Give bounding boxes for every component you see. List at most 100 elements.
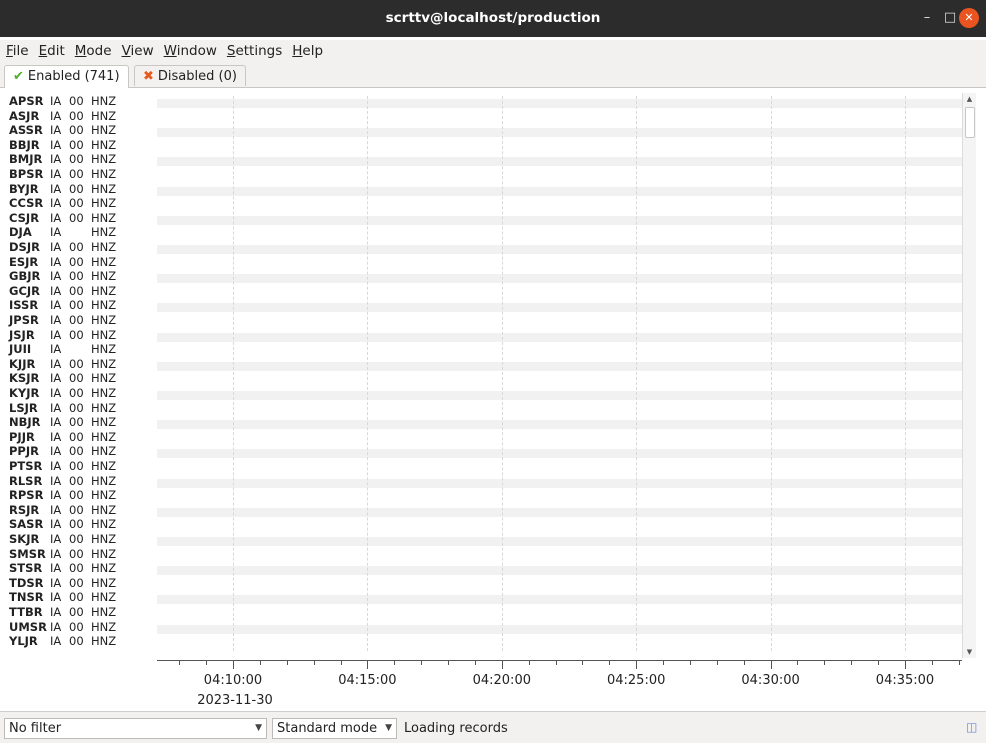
time-tick [206,660,208,665]
trace-network: IA [50,473,62,488]
trace-station: SKJR [9,532,40,546]
time-tick-label: 04:25:00 [606,673,666,688]
trace-network: IA [50,181,62,196]
trace-channel: HNZ [91,546,117,561]
trace-channel: HNZ [91,269,117,284]
time-tick [421,660,423,665]
window-title: scrttv@localhost/production [385,10,601,26]
time-tick [367,660,369,669]
trace-channel: HNZ [91,327,117,342]
menu-edit[interactable]: Edit [33,40,69,62]
time-tick [878,660,880,665]
trace-station: TTBR [9,605,43,619]
time-tick [636,660,638,669]
trace-network: IA [50,167,62,181]
scroll-down-icon[interactable]: ▼ [963,646,976,658]
trace-channel: HNZ [91,386,117,400]
time-tick [474,660,476,665]
trace-band [157,128,962,138]
time-gridline [905,96,906,651]
filter-select[interactable]: No filter ▼ [4,718,267,739]
tab-enabled-label: Enabled (741) [27,69,120,84]
menu-file[interactable]: File [0,40,33,62]
trace-band [157,332,962,342]
trace-band [157,157,962,167]
trace-station: LSJR [9,400,38,415]
time-axis: 2023-11-30 04:10:00 04:15:00 04:20:00 04:25… [157,660,975,710]
minimize-button[interactable]: – [917,8,937,28]
close-button[interactable]: ✕ [959,8,979,28]
trace-view[interactable]: APSR IA 00 HNZ ASJR IA 00 HNZ ASSR IA 00 HNZ BBJR IA 0… [0,88,986,711]
trace-location: 00 [69,313,84,327]
trace-location: 00 [69,210,84,225]
trace-location: 00 [69,371,84,386]
menu-view[interactable]: View [116,40,158,62]
trace-network: IA [50,94,62,108]
trace-location: 00 [69,444,84,459]
trace-location: 00 [69,532,84,546]
trace-channel: HNZ [91,488,117,503]
trace-channel: HNZ [91,415,117,430]
trace-location: 00 [69,254,84,269]
trace-location: 00 [69,152,84,167]
trace-station: KYJR [9,386,40,400]
menu-window[interactable]: Window [158,40,221,62]
scroll-up-icon[interactable]: ▲ [963,93,976,105]
mode-select[interactable]: Standard mode ▼ [272,718,397,739]
trace-location: 00 [69,634,84,649]
trace-location: 00 [69,415,84,430]
trace-area[interactable] [157,96,962,651]
trace-channel: HNZ [91,517,117,532]
scrollbar-thumb[interactable] [965,107,975,138]
tab-disabled-label: Disabled (0) [157,69,237,84]
trace-location: 00 [69,269,84,284]
trace-channel: HNZ [91,313,117,327]
time-tick [582,660,584,665]
time-tick-label: 04:35:00 [875,673,935,688]
maximize-button[interactable]: □ [940,8,960,28]
trace-location: 00 [69,283,84,298]
trace-network: IA [50,619,62,634]
trace-channel: HNZ [91,225,117,240]
time-axis-line [157,660,962,661]
trace-band [157,478,962,488]
menu-settings[interactable]: Settings [221,40,286,62]
status-bar: No filter ▼ Standard mode ▼ Loading reco… [0,711,986,743]
trace-network: IA [50,283,62,298]
trace-channel: HNZ [91,575,117,590]
trace-network: IA [50,152,62,167]
trace-channel: HNZ [91,283,117,298]
x-icon: ✖ [143,69,154,84]
time-tick [555,660,557,665]
trace-station: DSJR [9,240,40,254]
trace-network: IA [50,488,62,503]
menu-help[interactable]: Help [286,40,327,62]
trace-station: BMJR [9,152,43,167]
trace-location: 00 [69,619,84,634]
trace-network: IA [50,108,62,123]
tab-disabled[interactable]: ✖ Disabled (0) [134,65,246,86]
trace-station: APSR [9,94,44,108]
time-tick [851,660,853,665]
trace-location: 00 [69,196,84,211]
trace-location: 00 [69,181,84,196]
vertical-scrollbar[interactable]: ▲ ▼ [962,93,976,658]
trace-channel: HNZ [91,356,117,371]
menu-mode[interactable]: Mode [69,40,116,62]
trace-network: IA [50,415,62,430]
trace-location: 00 [69,561,84,576]
trace-channel: HNZ [91,400,117,415]
trace-network: IA [50,605,62,619]
time-tick [313,660,315,665]
trace-channel: HNZ [91,342,117,357]
time-gridline [636,96,638,651]
trace-station: ASSR [9,123,43,138]
trace-location: 00 [69,386,84,400]
trace-location: 00 [69,488,84,503]
trace-station: ASJR [9,108,40,123]
trace-band [157,507,962,517]
trace-band [157,186,962,196]
tab-enabled[interactable]: ✔ Enabled (741) [4,65,129,88]
trace-location: 00 [69,123,84,138]
trace-station: UMSR [9,619,47,634]
